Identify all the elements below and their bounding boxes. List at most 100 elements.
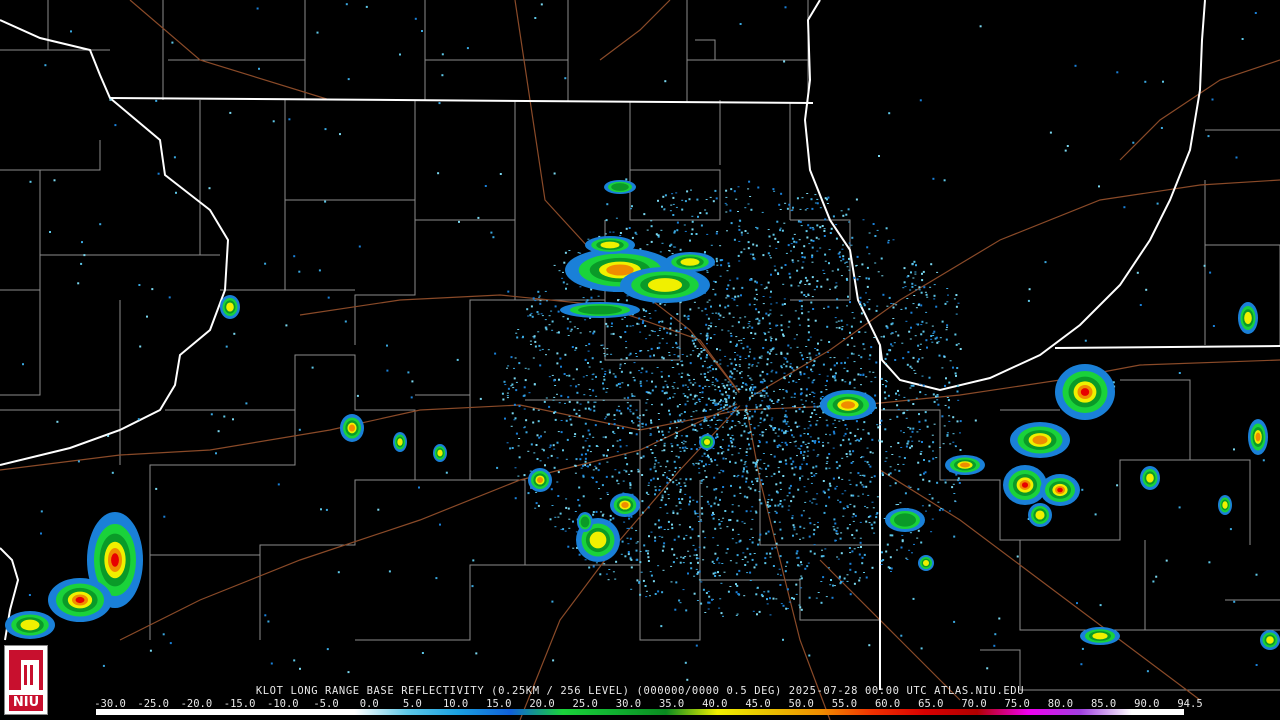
echo-pixel	[905, 557, 908, 559]
echo-pixel	[612, 373, 615, 375]
echo-pixel	[586, 449, 589, 452]
echo-pixel	[823, 228, 826, 230]
echo-pixel	[539, 460, 542, 462]
echo-pixel	[663, 449, 666, 452]
echo-pixel	[645, 380, 648, 382]
echo-pixel	[654, 536, 657, 539]
echo-pixel	[860, 312, 863, 315]
echo-pixel	[663, 209, 666, 211]
echo-pixel	[889, 418, 892, 420]
echo-pixel	[665, 504, 667, 506]
echo-pixel	[210, 413, 213, 416]
echo-pixel	[785, 422, 788, 425]
echo-pixel	[513, 367, 515, 369]
echo-pixel	[698, 385, 701, 387]
echo-pixel	[721, 426, 724, 428]
echo-pixel	[793, 245, 795, 248]
echo-pixel	[663, 542, 666, 545]
echo-pixel	[576, 328, 579, 330]
echo-pixel	[765, 441, 768, 444]
echo-pixel	[155, 99, 158, 102]
echo-pixel	[699, 333, 702, 335]
echo-pixel	[862, 456, 865, 458]
echo-pixel	[588, 407, 590, 410]
echo-pixel	[673, 354, 676, 356]
echo-pixel	[930, 338, 933, 340]
echo-pixel	[608, 369, 611, 371]
echo-pixel	[693, 554, 696, 556]
echo-pixel	[744, 462, 747, 464]
echo-pixel	[724, 510, 727, 512]
echo-pixel	[904, 286, 907, 288]
echo-pixel	[649, 595, 651, 597]
echo-pixel	[720, 582, 723, 584]
echo-pixel	[746, 472, 749, 474]
echo-pixel	[636, 452, 639, 455]
echo-pixel	[793, 392, 796, 395]
echo-pixel	[721, 383, 724, 385]
echo-pixel	[813, 552, 816, 555]
echo-pixel	[587, 429, 590, 432]
echo-pixel	[523, 394, 526, 397]
echo-pixel	[813, 396, 816, 398]
echo-pixel	[656, 426, 659, 429]
echo-pixel	[629, 404, 632, 407]
echo-pixel	[687, 315, 690, 318]
echo-pixel	[638, 421, 641, 422]
echo-pixel	[782, 397, 785, 399]
echo-pixel	[523, 474, 526, 477]
echo-pixel	[832, 447, 835, 449]
echo-pixel	[845, 453, 848, 455]
echo-pixel	[496, 466, 499, 469]
echo-pixel	[928, 504, 931, 507]
echo-pixel	[819, 247, 822, 249]
echo-pixel	[659, 327, 662, 329]
echo-pixel	[646, 229, 649, 231]
echo-pixel	[884, 380, 887, 381]
echo-pixel	[751, 506, 754, 508]
echo-pixel	[146, 315, 148, 318]
echo-pixel	[796, 455, 798, 457]
echo-pixel	[551, 505, 554, 506]
echo-pixel	[834, 522, 837, 525]
echo-pixel	[652, 477, 655, 480]
echo-pixel	[538, 344, 541, 347]
echo-pixel	[895, 304, 898, 306]
echo-pixel	[733, 410, 736, 412]
echo-pixel	[661, 205, 663, 208]
echo-pixel	[775, 542, 778, 545]
echo-pixel	[749, 278, 752, 281]
echo-pixel	[846, 343, 849, 346]
echo-pixel	[786, 561, 789, 564]
echo-pixel	[846, 580, 849, 582]
echo-pixel	[745, 480, 748, 483]
echo-pixel	[921, 357, 924, 359]
echo-pixel	[716, 464, 719, 466]
echo-pixel	[551, 320, 554, 323]
echo-pixel	[623, 521, 626, 523]
echo-pixel	[749, 389, 752, 392]
echo-pixel	[959, 420, 962, 423]
echo-pixel	[755, 469, 758, 472]
echo-pixel	[822, 269, 825, 271]
echo-pixel	[890, 567, 893, 570]
echo-pixel	[827, 305, 830, 308]
echo-pixel	[747, 247, 750, 250]
echo-pixel	[471, 585, 474, 588]
echo-pixel	[916, 537, 919, 539]
echo-pixel	[760, 479, 763, 482]
echo-pixel	[734, 446, 737, 448]
echo-pixel	[941, 415, 944, 418]
echo-pixel	[825, 389, 828, 391]
echo-pixel	[906, 443, 909, 445]
echo-pixel	[525, 431, 528, 434]
echo-pixel	[843, 577, 846, 580]
echo-pixel	[706, 338, 708, 341]
echo-pixel	[730, 484, 732, 487]
radar-map[interactable]	[0, 0, 1280, 720]
echo-pixel	[593, 405, 596, 408]
echo-pixel	[795, 583, 798, 586]
echo-pixel	[586, 437, 589, 439]
echo-pixel	[825, 419, 828, 421]
echo-pixel	[658, 346, 661, 349]
